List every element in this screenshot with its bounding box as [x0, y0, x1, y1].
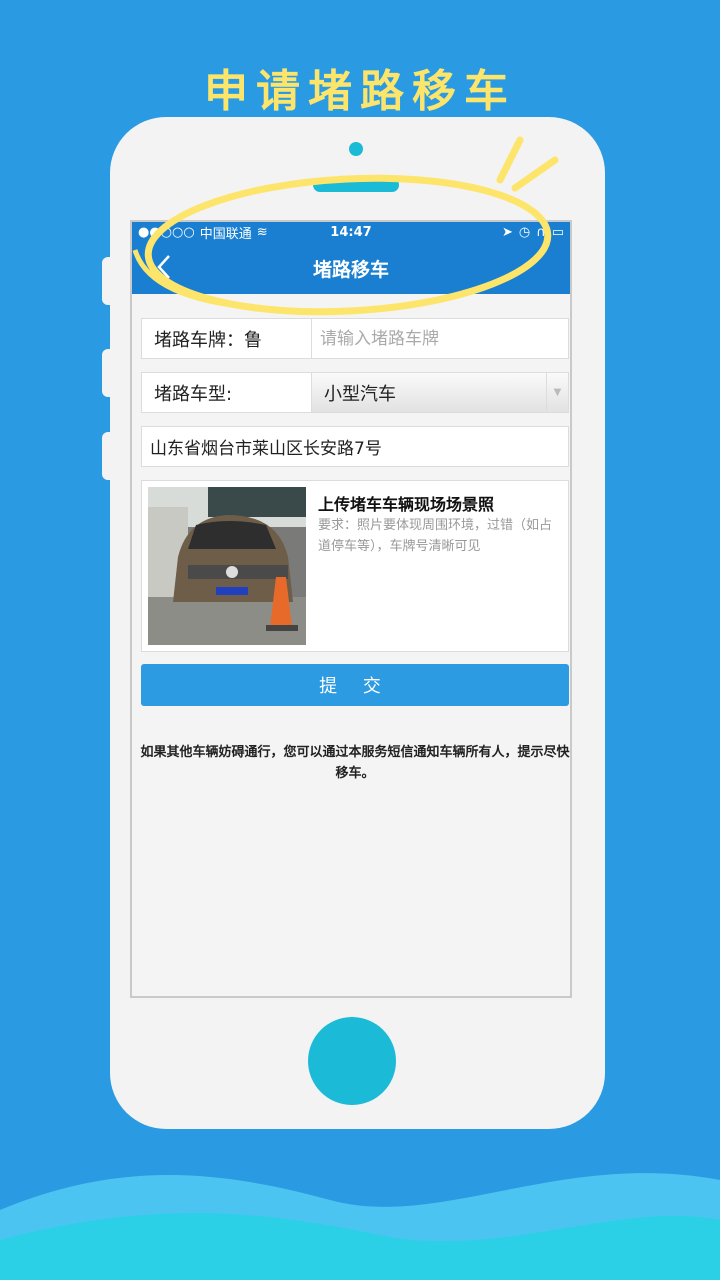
upload-requirement: 要求：照片要体现周围环境，过错（如占道停车等），车牌号清晰可见	[318, 518, 553, 554]
vehicle-type-row: 堵路车型: 小型汽车 ▼	[141, 372, 569, 413]
chevron-down-icon: ▼	[546, 373, 568, 412]
status-time: 14:47	[330, 224, 372, 240]
car-photo-image	[148, 487, 306, 645]
plate-label: 堵路车牌：鲁	[142, 319, 312, 358]
back-button[interactable]	[156, 254, 172, 287]
upload-title: 上传堵车车辆现场场景照	[318, 495, 495, 514]
plate-row: 堵路车牌：鲁	[141, 318, 569, 359]
status-bar: ●●○○○ 中国联通 ≋ 14:47 ➤ ◷ ∩ ▭	[132, 222, 570, 242]
address-value: 山东省烟台市莱山区长安路7号	[150, 439, 382, 459]
service-notice: 如果其他车辆妨碍通行，您可以通过本服务短信通知车辆所有人，提示尽快移车。	[140, 745, 570, 781]
promo-headline: 申请堵路移车	[204, 66, 516, 117]
submit-button[interactable]: 提 交	[141, 664, 569, 706]
address-row[interactable]: 山东省烟台市莱山区长安路7号	[141, 426, 569, 467]
app-screen: ●●○○○ 中国联通 ≋ 14:47 ➤ ◷ ∩ ▭ 堵路移车 堵路车牌：鲁 堵…	[130, 220, 572, 998]
scene-photo[interactable]	[148, 487, 306, 645]
chevron-left-icon	[157, 255, 170, 279]
wave-decoration	[0, 1173, 720, 1280]
photo-upload-card[interactable]: 上传堵车车辆现场场景照 要求：照片要体现周围环境，过错（如占道停车等），车牌号清…	[141, 480, 569, 652]
home-button	[308, 1017, 396, 1105]
camera-dot	[349, 142, 363, 156]
page-title: 堵路移车	[312, 258, 389, 281]
vehicle-type-value: 小型汽车	[324, 383, 396, 405]
vehicle-type-select[interactable]: 小型汽车 ▼	[312, 373, 568, 412]
plate-input[interactable]	[312, 319, 568, 358]
nav-bar: 堵路移车	[132, 242, 570, 294]
speaker-slot	[313, 178, 399, 192]
vehicle-type-label: 堵路车型:	[142, 373, 312, 412]
